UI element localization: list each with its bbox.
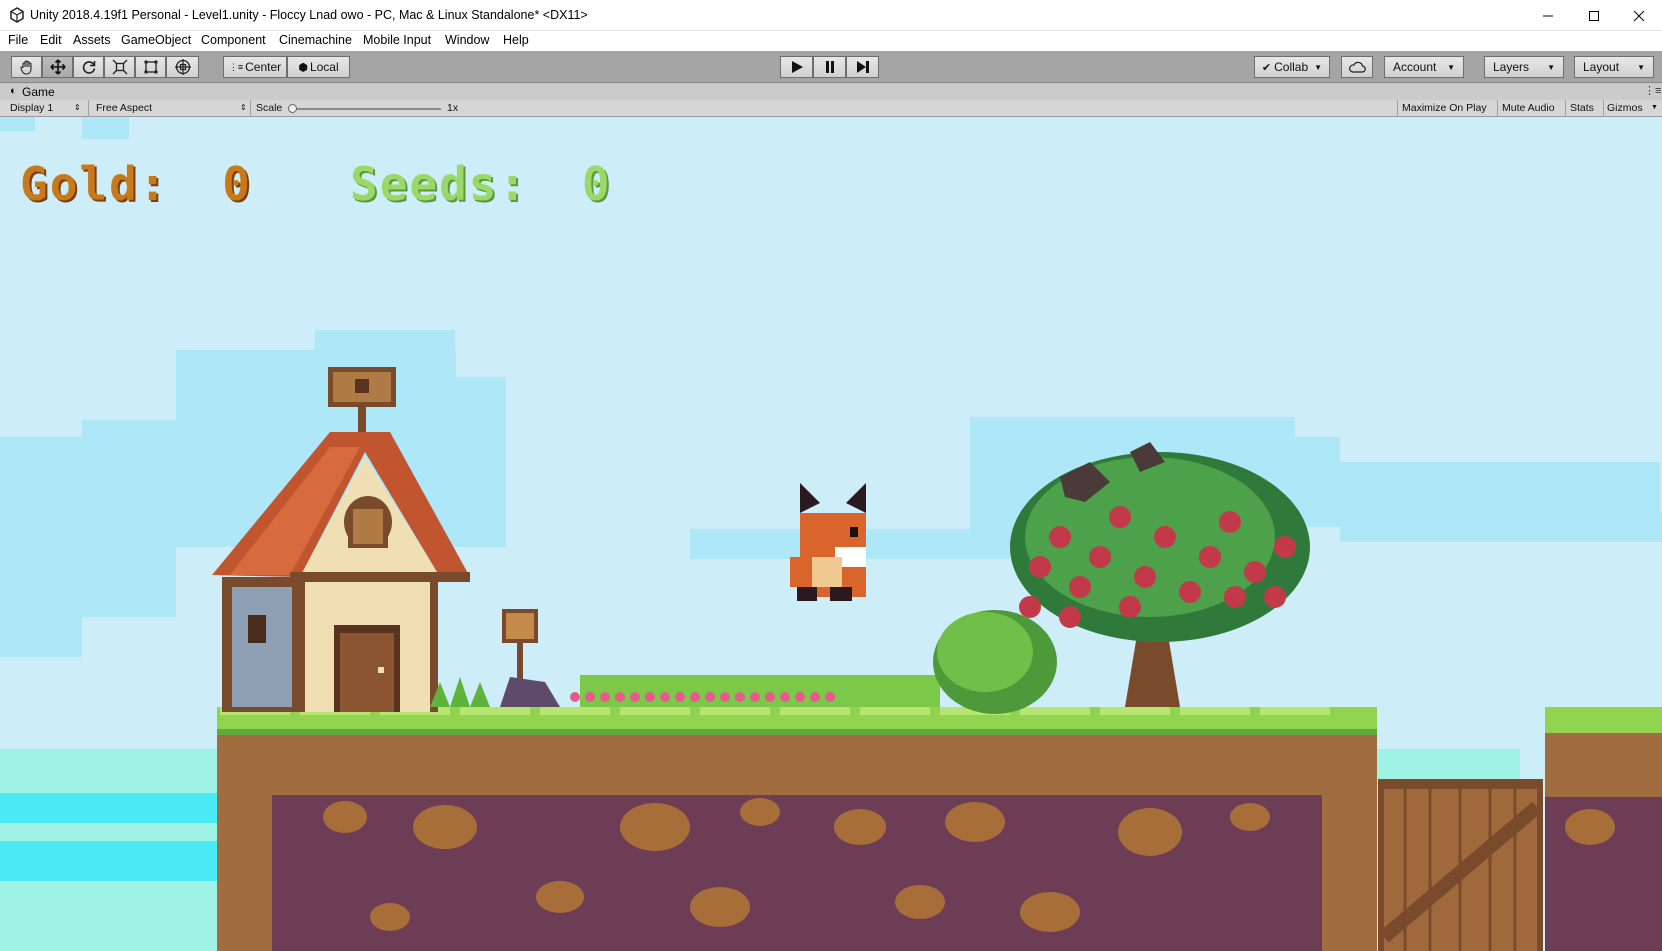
layout-label: Layout xyxy=(1583,60,1620,74)
chevron-down-icon: ▼ xyxy=(1314,62,1323,72)
step-icon xyxy=(856,61,869,73)
minimize-button[interactable] xyxy=(1525,0,1571,31)
gold-label: Gold: xyxy=(20,157,169,211)
account-label: Account xyxy=(1393,60,1437,74)
pause-icon xyxy=(825,61,834,73)
gold-value: 0 xyxy=(222,157,252,211)
move-tool-icon xyxy=(49,59,66,75)
layout-dropdown[interactable]: Layout ▼ xyxy=(1574,56,1654,78)
pivot-local-button[interactable]: ⬢ Local xyxy=(287,56,350,78)
pivot-center-icon: ⋮≡ xyxy=(228,61,244,72)
close-button[interactable] xyxy=(1616,0,1662,31)
scale-tool-icon xyxy=(112,59,127,75)
rect-tool-button[interactable] xyxy=(135,56,166,78)
account-dropdown[interactable]: Account ▼ xyxy=(1384,56,1464,78)
stats-toggle[interactable]: Stats xyxy=(1570,102,1594,114)
menu-file[interactable]: File xyxy=(8,33,28,47)
tab-menu-icon[interactable]: ⋮≡ xyxy=(1644,84,1661,97)
scale-slider[interactable] xyxy=(291,108,441,110)
scale-value: 1x xyxy=(447,102,459,114)
maximize-icon xyxy=(1589,10,1599,21)
game-tab-header: ◐ Game ⋮≡ xyxy=(0,84,1662,100)
updown-icon: ⇕ xyxy=(240,103,247,112)
game-view[interactable]: Gold: 0 Seeds: 0 xyxy=(0,117,1662,951)
title-bar: Unity 2018.4.19f1 Personal - Level1.unit… xyxy=(0,0,1662,31)
close-icon xyxy=(1633,10,1645,21)
pivot-local-label: Local xyxy=(309,60,339,74)
menu-help[interactable]: Help xyxy=(503,33,529,47)
step-button[interactable] xyxy=(846,56,879,78)
local-cube-icon: ⬢ xyxy=(298,61,308,74)
fox-player xyxy=(790,483,866,601)
gizmos-dropdown[interactable]: Gizmos xyxy=(1607,102,1643,114)
display-label: Display 1 xyxy=(10,102,54,114)
play-button[interactable] xyxy=(780,56,813,78)
signpost xyxy=(500,609,560,707)
cloud-button[interactable] xyxy=(1341,56,1373,78)
pivot-center-label: Center xyxy=(245,60,282,74)
rotate-tool-icon xyxy=(82,61,95,74)
hand-tool-button[interactable] xyxy=(11,56,42,78)
seeds-label: Seeds: xyxy=(350,157,529,211)
aspect-dropdown[interactable]: Free Aspect ⇕ xyxy=(90,100,250,117)
chevron-down-icon: ▼ xyxy=(1447,62,1455,72)
chevron-down-icon: ▼ xyxy=(1547,62,1555,72)
menu-window[interactable]: Window xyxy=(445,33,489,47)
minimize-icon xyxy=(1543,15,1553,16)
scale-slider-handle[interactable] xyxy=(288,104,297,113)
maximize-on-play-toggle[interactable]: Maximize On Play xyxy=(1402,102,1487,114)
pivot-center-button[interactable]: ⋮≡ Center xyxy=(223,56,287,78)
unity-logo-icon xyxy=(10,7,24,23)
collab-dropdown[interactable]: ✔ Collab ▼ xyxy=(1254,56,1330,78)
scale-tool-button[interactable] xyxy=(104,56,135,78)
updown-icon: ⇕ xyxy=(74,103,81,112)
pause-button[interactable] xyxy=(813,56,846,78)
aspect-label: Free Aspect xyxy=(96,102,153,114)
gold-counter: Gold: 0 xyxy=(20,157,252,211)
chevron-down-icon: ▼ xyxy=(1651,104,1658,111)
menu-assets[interactable]: Assets xyxy=(73,33,111,47)
seeds-value: 0 xyxy=(581,157,612,211)
maximize-button[interactable] xyxy=(1571,0,1617,31)
toolbar: ⋮≡ Center ⬢ Local ✔ Collab ▼ Account ▼ L… xyxy=(0,51,1662,83)
rect-tool-icon xyxy=(144,60,157,74)
wooden-crate xyxy=(1378,779,1543,951)
game-scene xyxy=(0,117,1662,951)
bush xyxy=(933,610,1057,714)
hand-tool-icon xyxy=(19,60,32,75)
game-tab[interactable]: Game xyxy=(22,85,55,99)
window-title: Unity 2018.4.19f1 Personal - Level1.unit… xyxy=(30,8,588,22)
display-dropdown[interactable]: Display 1 ⇕ xyxy=(4,100,84,117)
transform-tool-icon xyxy=(174,59,191,75)
menu-mobile-input[interactable]: Mobile Input xyxy=(363,33,431,47)
scale-label: Scale xyxy=(256,102,283,114)
play-icon xyxy=(791,61,803,73)
menu-component[interactable]: Component xyxy=(201,33,266,47)
move-tool-button[interactable] xyxy=(42,56,73,78)
menu-bar: File Edit Assets GameObject Component Ci… xyxy=(0,31,1662,51)
transform-tool-button[interactable] xyxy=(166,56,199,78)
collab-check-icon: ✔ xyxy=(1261,61,1272,74)
menu-gameobject[interactable]: GameObject xyxy=(121,33,191,47)
mute-audio-toggle[interactable]: Mute Audio xyxy=(1502,102,1555,114)
menu-cinemachine[interactable]: Cinemachine xyxy=(279,33,352,47)
layers-dropdown[interactable]: Layers ▼ xyxy=(1484,56,1564,78)
layers-label: Layers xyxy=(1493,60,1530,74)
cloud-icon xyxy=(1349,61,1366,73)
chevron-down-icon: ▼ xyxy=(1637,62,1645,72)
seeds-counter: Seeds: 0 xyxy=(350,157,612,211)
collab-label: Collab xyxy=(1274,60,1309,74)
game-tab-icon: ◐ xyxy=(10,85,17,97)
game-view-bar: Display 1 ⇕ Free Aspect ⇕ Scale 1x Maxim… xyxy=(0,100,1662,117)
menu-edit[interactable]: Edit xyxy=(40,33,62,47)
rotate-tool-button[interactable] xyxy=(73,56,104,78)
